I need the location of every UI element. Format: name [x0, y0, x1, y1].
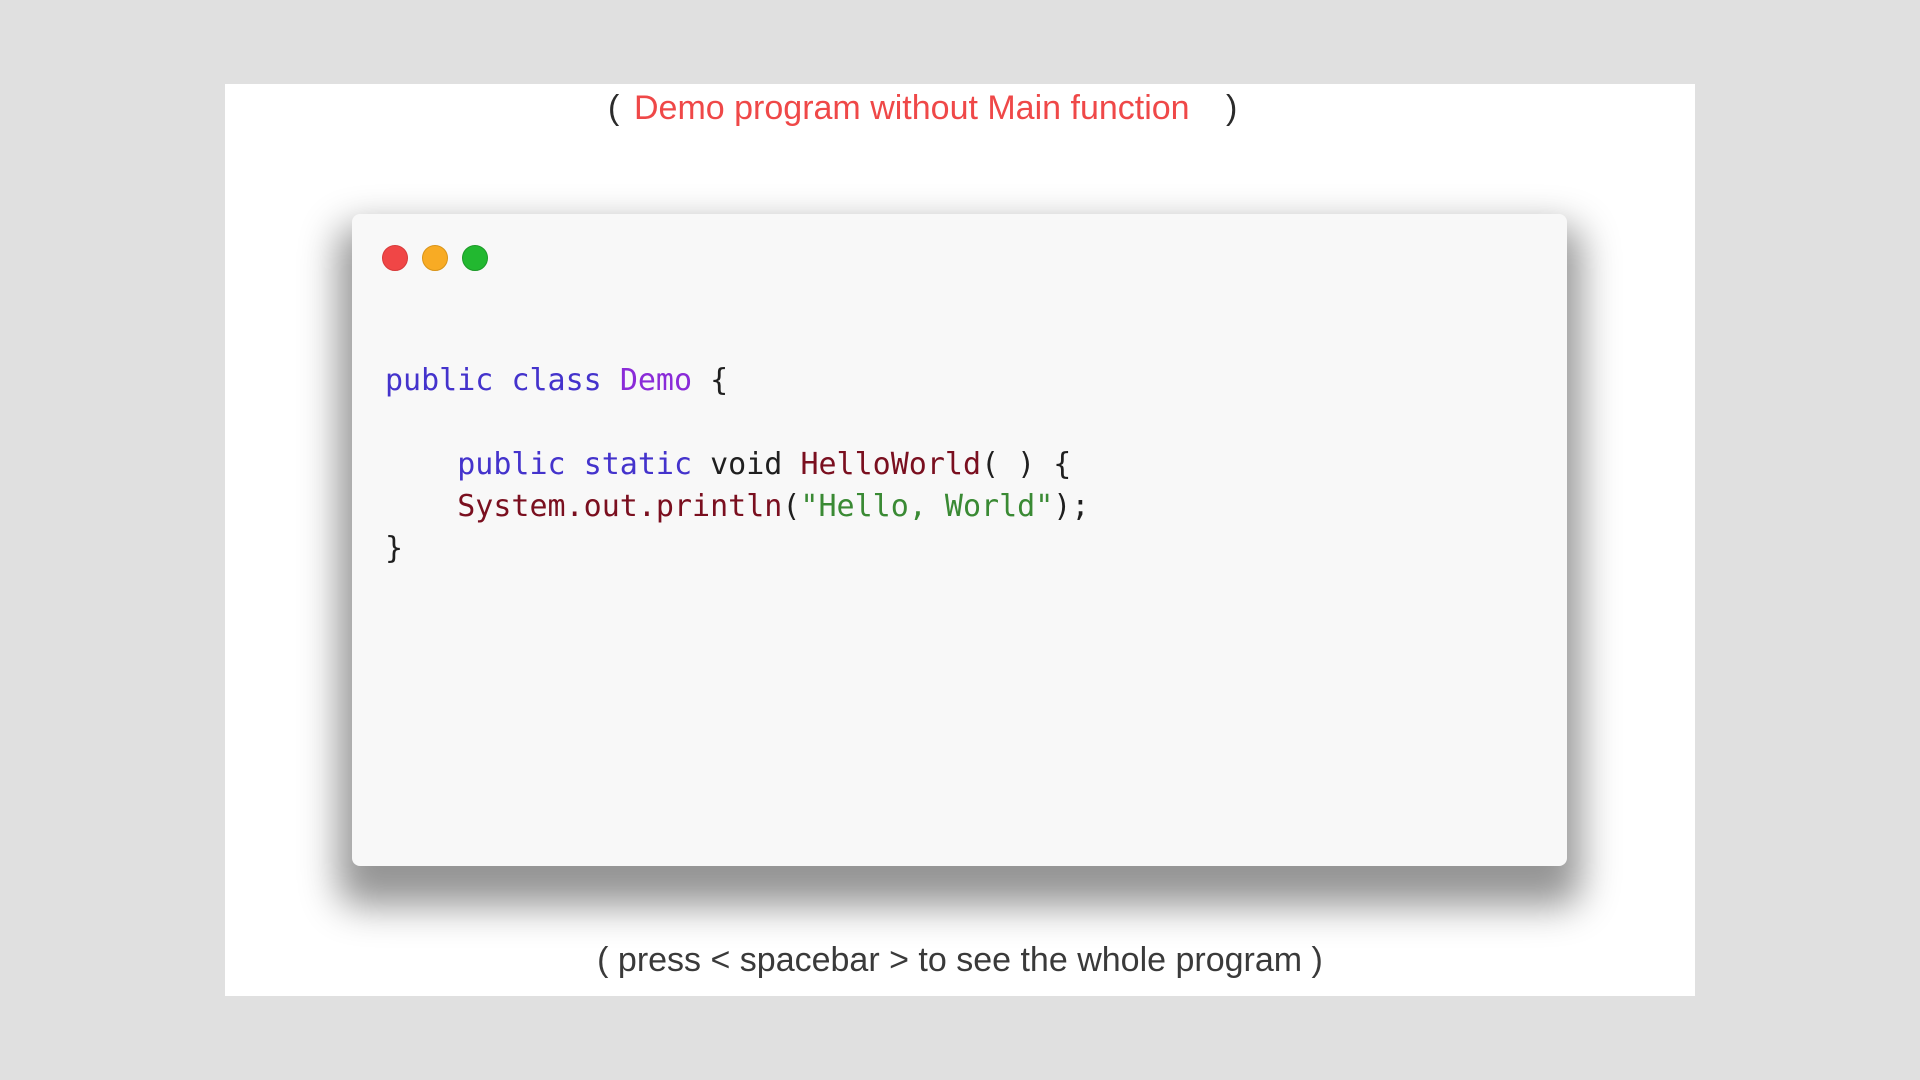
slide-title: ( Demo program without Main function ) [225, 84, 1695, 132]
footer-hint: ( press < spacebar > to see the whole pr… [597, 941, 1323, 979]
code-line-4: System.out.println("Hello, World"); [385, 489, 1089, 524]
code-block: public class Demo { public static void H… [385, 360, 1089, 570]
code-line-3: public static void HelloWorld( ) { [385, 447, 1071, 482]
code-keyword: public [457, 447, 566, 482]
window-controls [382, 245, 488, 271]
code-method-call: System.out.println [457, 489, 783, 524]
title-close-paren: ) [1226, 89, 1238, 127]
code-window: public class Demo { public static void H… [352, 214, 1567, 866]
maximize-dot-icon[interactable] [462, 245, 488, 271]
close-dot-icon[interactable] [382, 245, 408, 271]
code-line-1: public class Demo { [385, 363, 728, 398]
minimize-dot-icon[interactable] [422, 245, 448, 271]
code-keyword: public [385, 363, 494, 398]
code-paren: ( [782, 489, 801, 524]
code-paren: ); [1053, 489, 1090, 524]
code-function-name: HelloWorld [800, 447, 982, 482]
code-line-5: } [385, 531, 403, 566]
code-string: "Hello, World" [800, 489, 1054, 524]
code-paren: ( ) { [981, 447, 1072, 482]
code-keyword: static [583, 447, 693, 482]
code-keyword: class [511, 363, 602, 398]
code-brace: { [710, 363, 729, 398]
code-brace: } [385, 531, 404, 566]
code-return-type: void [710, 447, 783, 482]
code-class-name: Demo [619, 363, 693, 398]
slide: ( Demo program without Main function ) p… [225, 84, 1695, 996]
title-text: Demo program without Main function [634, 89, 1190, 127]
title-open-paren: ( [608, 89, 620, 127]
